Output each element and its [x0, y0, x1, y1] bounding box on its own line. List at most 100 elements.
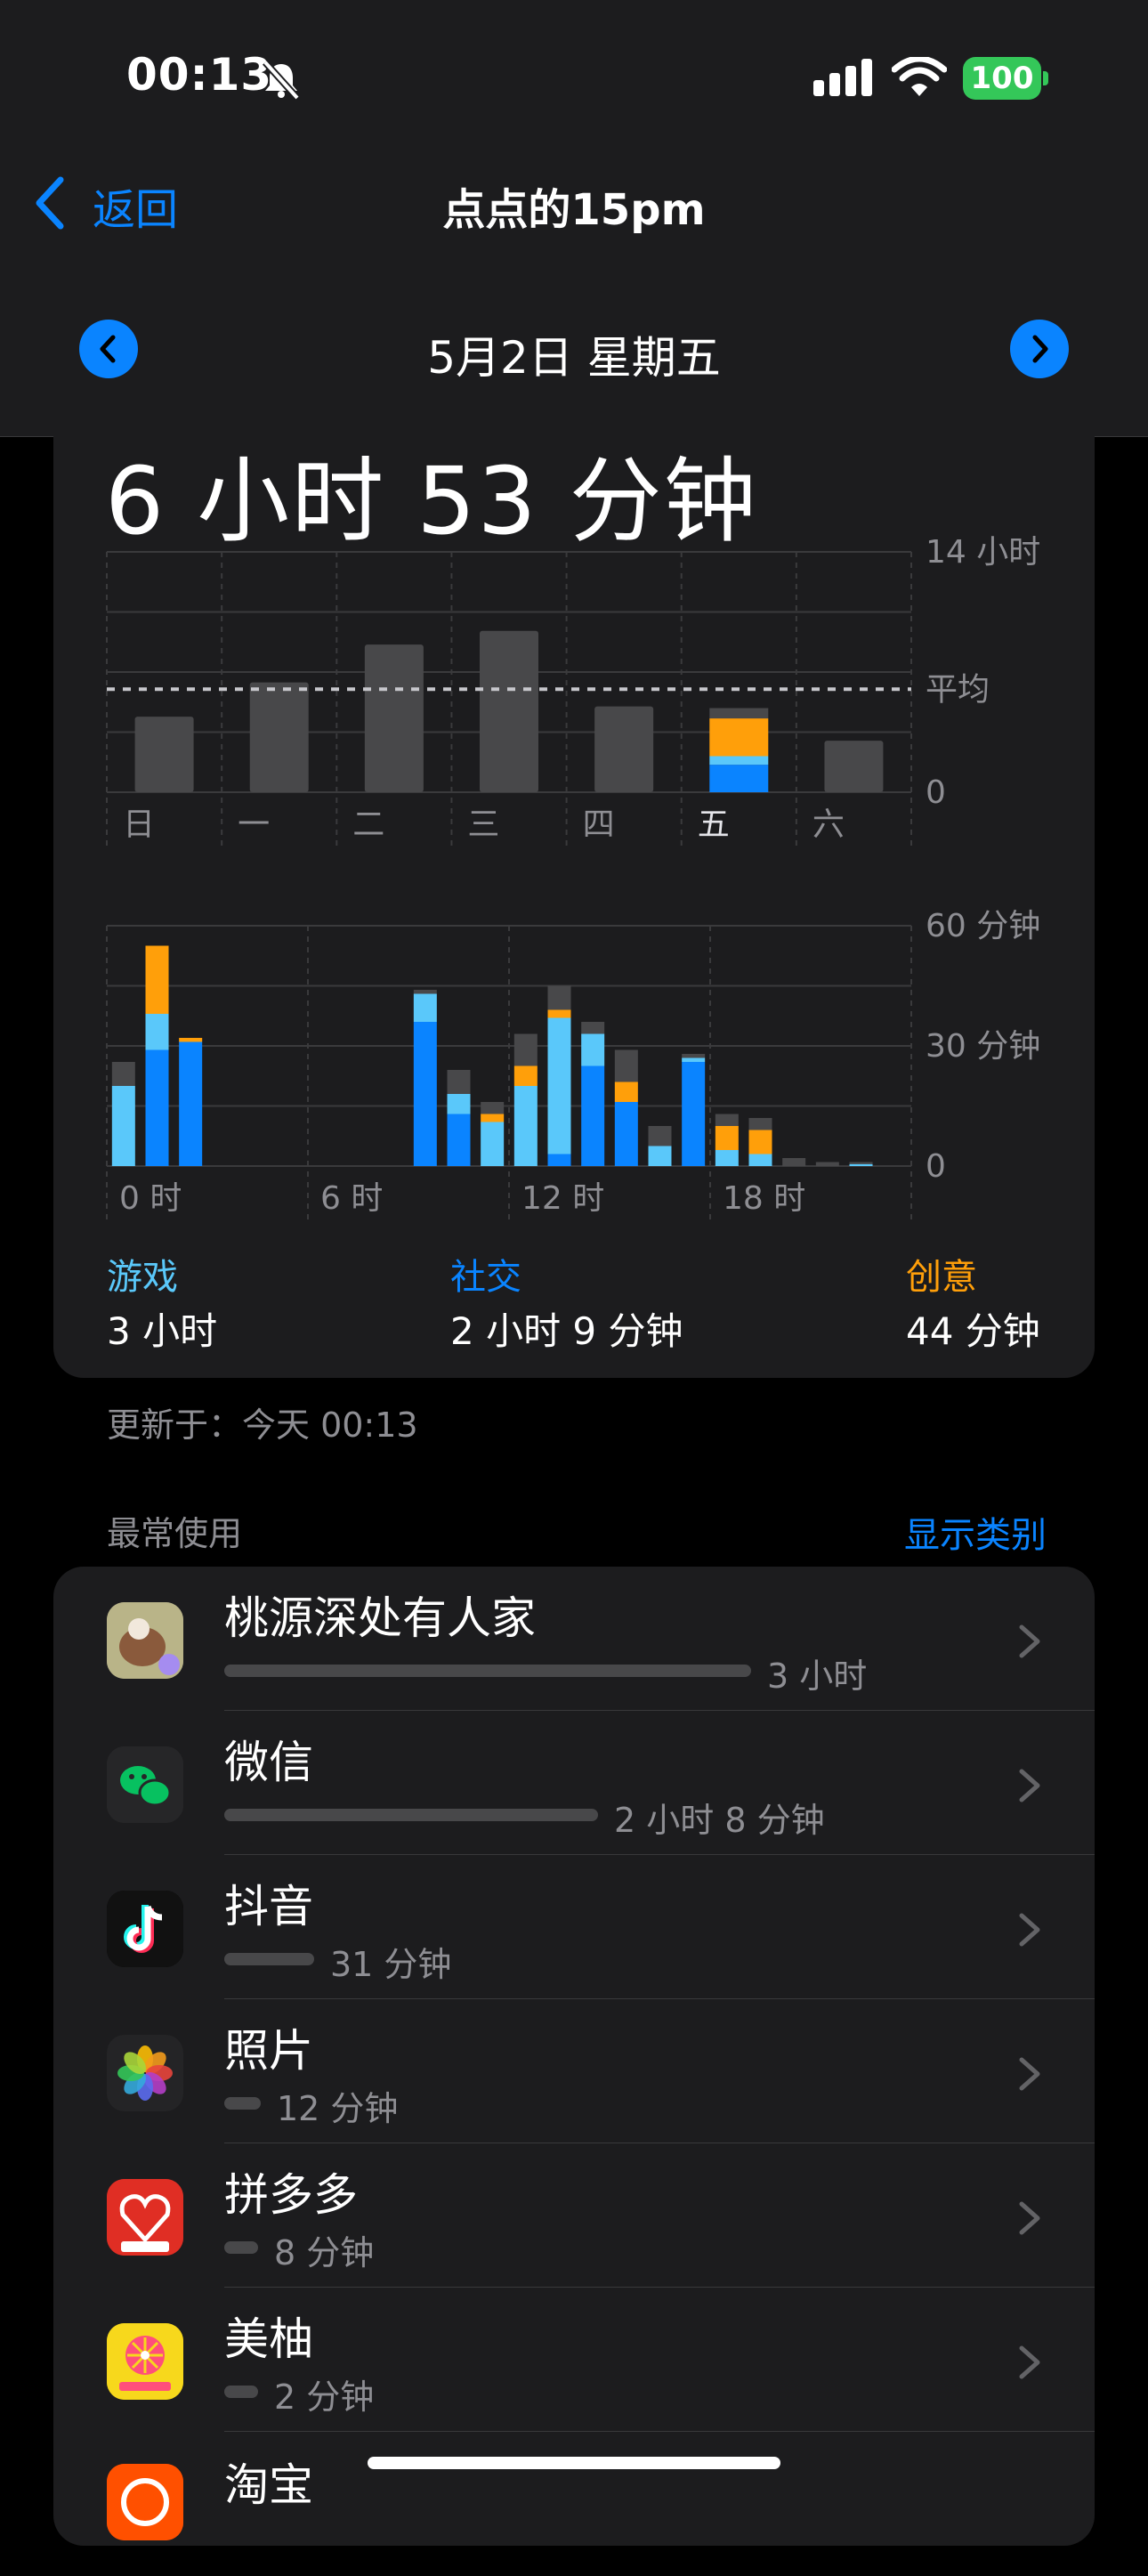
hourly-x-label: 0 时 — [119, 1180, 182, 1217]
app-row[interactable]: 抖音 31 分钟 — [53, 1855, 1095, 1999]
hourly-bar-game — [413, 993, 437, 1022]
app-row[interactable]: 微信 2 小时 8 分钟 — [53, 1711, 1095, 1855]
chevron-right-icon — [1019, 2345, 1040, 2379]
app-name: 抖音 — [224, 1881, 313, 1932]
wechat-icon — [107, 1746, 183, 1823]
app-duration: 2 小时 8 分钟 — [614, 1801, 825, 1840]
hourly-bar-game — [581, 1033, 605, 1066]
app-row[interactable]: 拼多多 8 分钟 — [53, 2143, 1095, 2288]
hourly-bar-game — [648, 1146, 672, 1166]
date-title: 5月2日 星期五 — [427, 332, 721, 384]
hourly-usage-chart[interactable]: 0 时 6 时 12 时 18 时 60 分钟 30 分钟 0 — [0, 908, 1148, 1228]
updated-timestamp: 更新于：今天 00:13 — [107, 1405, 418, 1445]
chevron-right-icon — [1019, 2201, 1040, 2235]
weekly-bar — [480, 630, 538, 792]
page-title: 点点的15pm — [442, 185, 706, 235]
weekly-day-label: 五 — [698, 806, 730, 843]
taoyuan-game-icon — [107, 1602, 183, 1679]
usage-bar — [224, 2241, 258, 2254]
app-row[interactable]: 美柚 2 分钟 — [53, 2288, 1095, 2432]
hourly-bar-game — [447, 1094, 471, 1114]
hourly-bar-other — [481, 1102, 505, 1114]
cellular-signal-icon — [813, 59, 872, 96]
weekly-bar-game — [709, 756, 769, 766]
weekly-bar — [594, 706, 654, 792]
app-name: 美柚 — [224, 2313, 313, 2365]
pinduoduo-icon — [107, 2179, 183, 2256]
hourly-bar-other — [815, 1162, 839, 1166]
hourly-x-label: 12 时 — [521, 1180, 604, 1217]
home-indicator — [368, 2457, 780, 2469]
hourly-bar-other — [111, 1062, 135, 1086]
taobao-icon — [107, 2464, 183, 2540]
weekly-bar-creative — [709, 718, 769, 757]
hourly-bar-game — [682, 1057, 706, 1062]
hourly-bar-creative — [145, 945, 169, 1014]
hourly-bar-social — [547, 1154, 571, 1166]
weekly-usage-chart[interactable]: 日 一 二 三 四 五 六 14 小时平均 0 — [0, 534, 1148, 855]
app-row[interactable]: 桃源深处有人家 3 小时 — [53, 1567, 1095, 1711]
hourly-bar-social — [682, 1062, 706, 1166]
hourly-bar-other — [614, 1049, 638, 1082]
hourly-bar-other — [581, 1022, 605, 1034]
hourly-bar-other — [849, 1162, 873, 1164]
app-duration: 2 分钟 — [274, 2378, 375, 2417]
chevron-right-icon — [1019, 2057, 1040, 2091]
app-name: 淘宝 — [224, 2459, 313, 2511]
show-categories-button[interactable]: 显示类别 — [904, 1506, 1047, 1558]
bell-muted-icon — [263, 60, 300, 100]
hourly-bar-creative — [481, 1114, 505, 1122]
category-social-label: 社交 — [450, 1257, 521, 1298]
usage-bar — [224, 1665, 751, 1677]
category-creative-label: 创意 — [906, 1257, 977, 1298]
hourly-bar-creative — [547, 1009, 571, 1018]
usage-bar — [224, 1953, 314, 1965]
hourly-bar-game — [748, 1154, 772, 1166]
hourly-bar-social — [413, 1022, 437, 1166]
hourly-axis-top: 60 分钟 — [926, 908, 1040, 944]
hourly-bar-creative — [614, 1081, 638, 1102]
usage-bar — [224, 1809, 598, 1821]
hourly-bar-other — [447, 1070, 471, 1094]
hourly-x-label: 6 时 — [320, 1180, 383, 1217]
hourly-bar-creative — [513, 1065, 538, 1086]
category-creative-value: 44 分钟 — [906, 1309, 1040, 1353]
app-duration: 31 分钟 — [330, 1945, 452, 1984]
weekly-bar-other — [709, 708, 769, 719]
app-row[interactable]: 淘宝 — [53, 2432, 1095, 2576]
weekly-day-label: 二 — [352, 806, 384, 843]
photos-icon — [107, 2035, 183, 2111]
hourly-axis-zero: 0 — [926, 1148, 946, 1185]
hourly-bar-game — [849, 1163, 873, 1166]
hourly-bar-social — [614, 1102, 638, 1166]
hourly-bar-social — [179, 1041, 203, 1166]
battery-indicator: 100 — [963, 57, 1041, 100]
meiyou-icon — [107, 2323, 183, 2400]
app-duration: 12 分钟 — [277, 2089, 399, 2128]
weekly-axis-zero: 0 — [926, 774, 946, 811]
usage-bar — [224, 2097, 261, 2110]
weekly-axis-top: 14 小时 — [926, 534, 1040, 571]
weekly-day-label: 三 — [467, 806, 499, 843]
hourly-bar-other — [682, 1054, 706, 1058]
hourly-bar-social — [447, 1114, 471, 1166]
hourly-bar-other — [748, 1118, 772, 1130]
weekly-day-label: 六 — [812, 806, 845, 843]
battery-nub — [1043, 71, 1048, 85]
hourly-bar-other — [513, 1033, 538, 1066]
chevron-right-icon — [1032, 335, 1048, 363]
hourly-bar-game — [513, 1086, 538, 1166]
next-day-button[interactable] — [1010, 320, 1069, 378]
app-name: 桃源深处有人家 — [224, 1592, 536, 1644]
category-game-label: 游戏 — [107, 1257, 178, 1298]
most-used-header: 最常使用 — [107, 1514, 243, 1553]
hourly-bar-game — [481, 1122, 505, 1166]
hourly-bar-other — [715, 1114, 739, 1126]
app-row[interactable]: 照片 12 分钟 — [53, 1999, 1095, 2143]
weekly-bar-social — [709, 765, 769, 792]
hourly-bar-creative — [748, 1130, 772, 1154]
status-time: 00:13 — [126, 49, 273, 101]
weekly-day-label: 一 — [238, 806, 270, 843]
weekly-day-label: 日 — [123, 806, 155, 843]
category-game-value: 3 小时 — [107, 1309, 218, 1353]
